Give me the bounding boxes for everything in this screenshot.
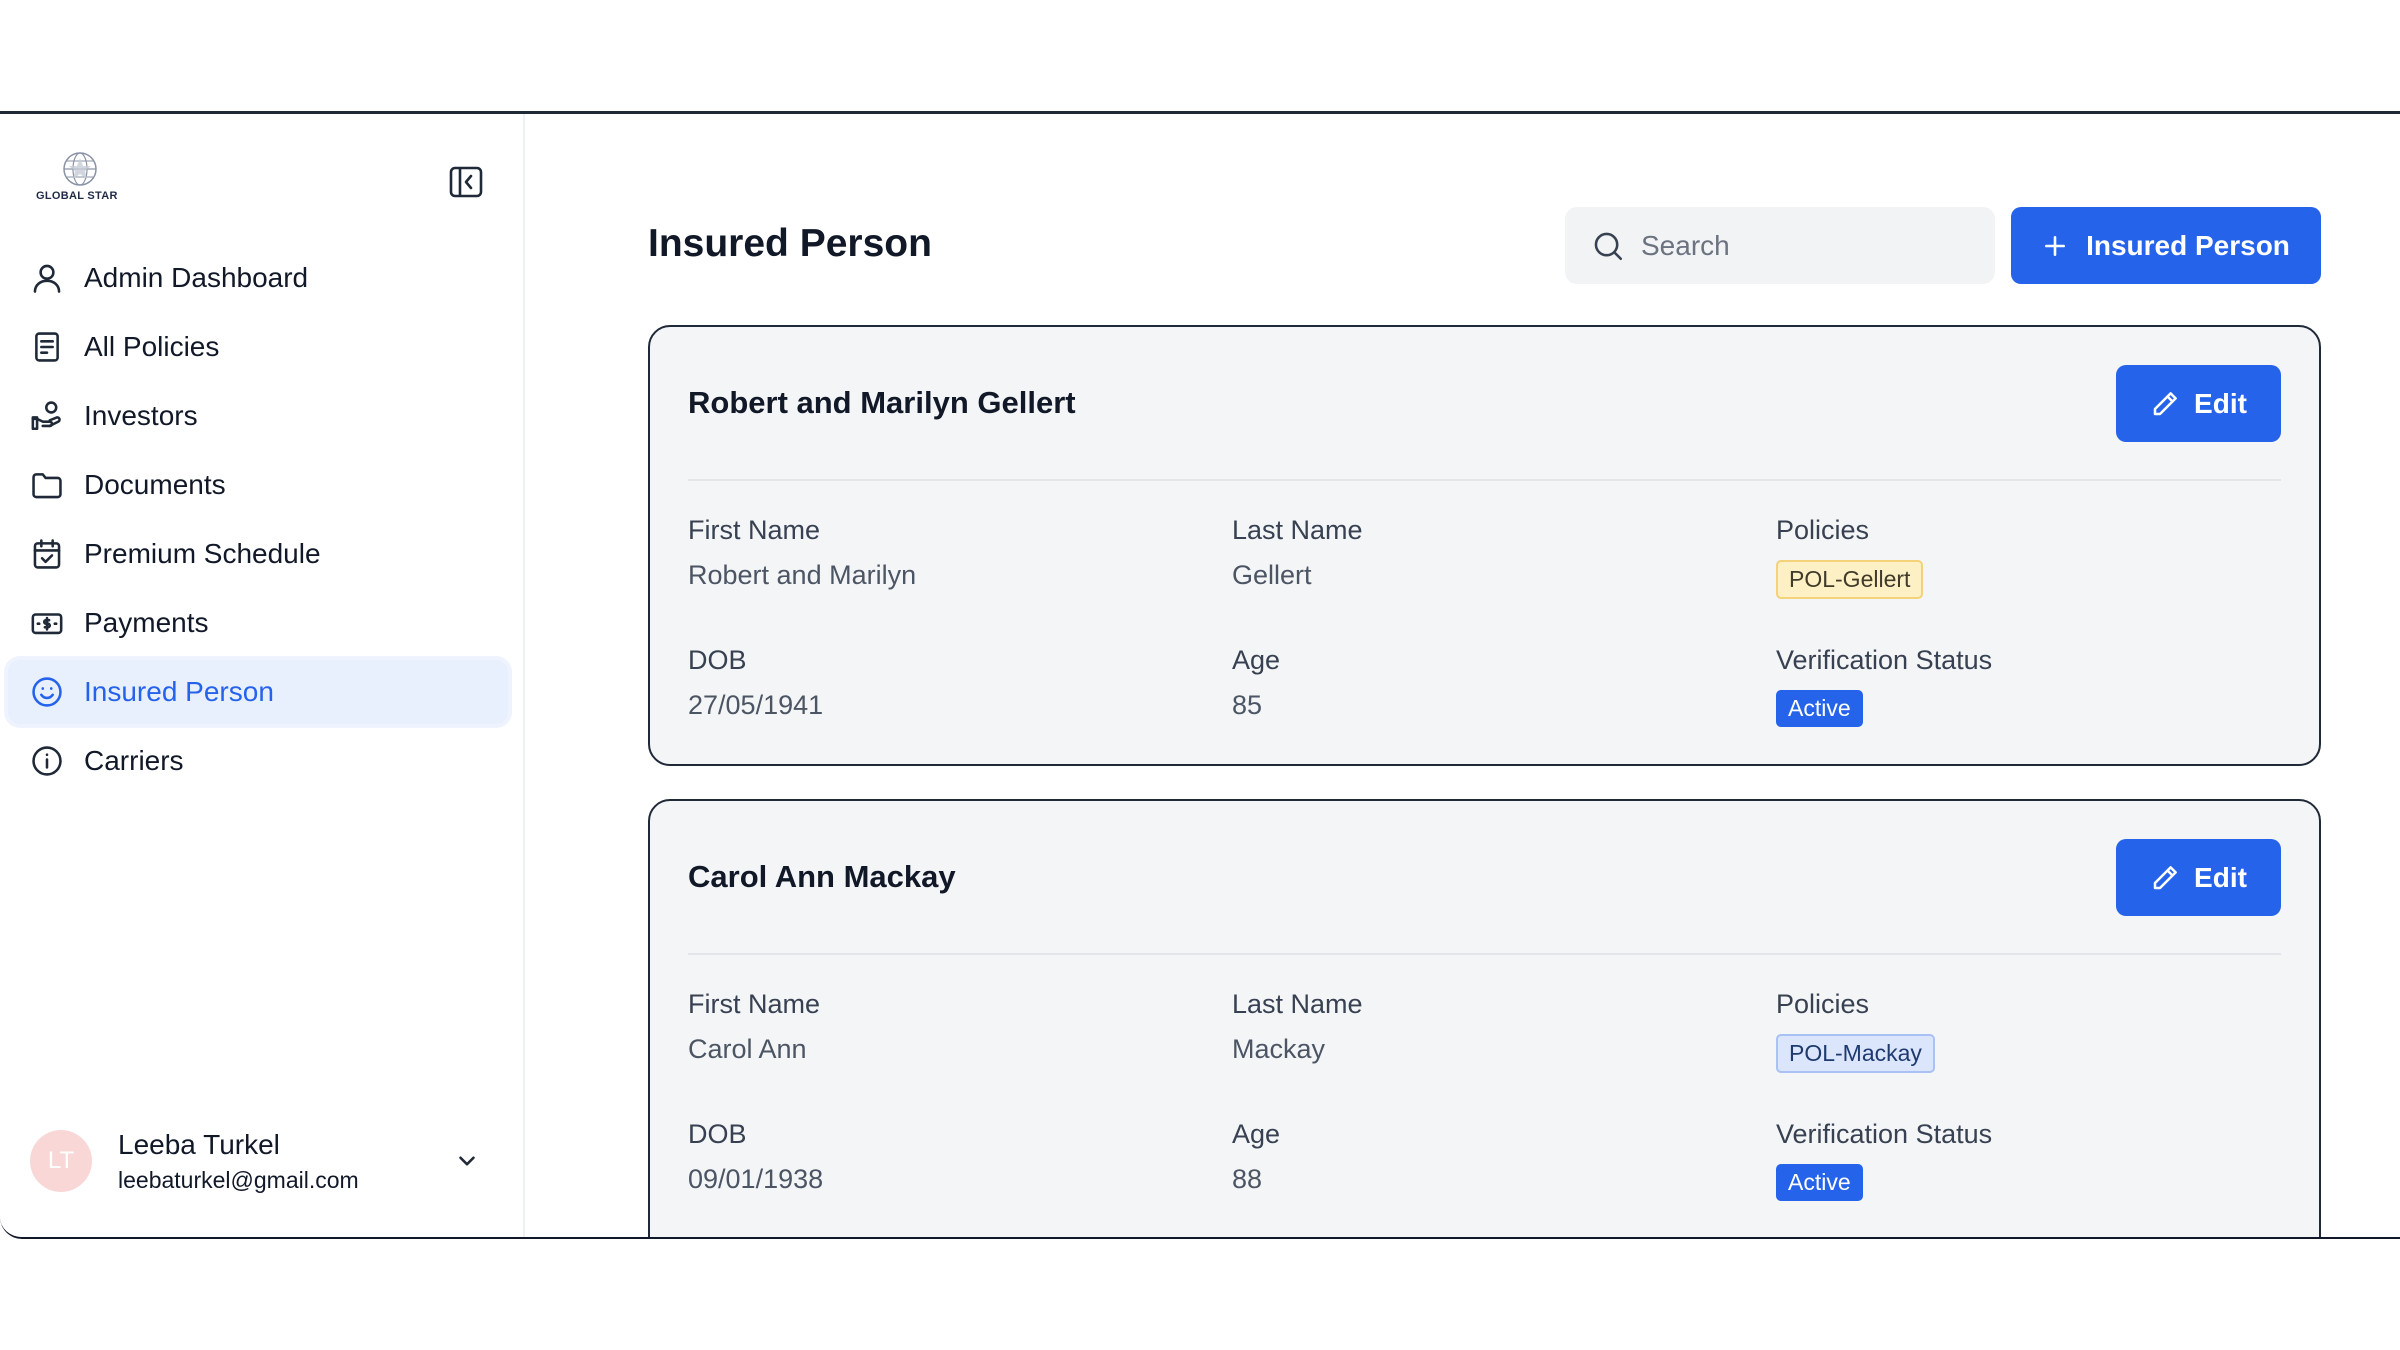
sidebar-item-label: Payments bbox=[84, 607, 209, 638]
user-profile[interactable]: LT Leeba Turkel leebaturkel@gmail.com bbox=[30, 1126, 490, 1196]
card-name: Carol Ann Mackay bbox=[688, 859, 956, 894]
edit-label: Edit bbox=[2194, 387, 2247, 419]
user-name: Leeba Turkel bbox=[118, 1128, 280, 1160]
verification-status-field: Verification Status Active bbox=[1776, 645, 1992, 727]
field-value: 88 bbox=[1232, 1164, 1263, 1194]
policy-tag[interactable]: POL-Gellert bbox=[1776, 560, 1924, 599]
field-label: First Name bbox=[688, 515, 821, 545]
field-label: Policies bbox=[1776, 989, 1870, 1019]
plus-icon bbox=[2045, 235, 2066, 256]
age-field: Age 85 bbox=[1232, 645, 1280, 721]
edit-button[interactable]: Edit bbox=[2116, 365, 2281, 442]
sidebar-item-carriers[interactable]: Carriers bbox=[8, 729, 508, 793]
page-title: Insured Person bbox=[648, 222, 932, 265]
panel-collapse-icon bbox=[449, 166, 483, 198]
field-label: DOB bbox=[688, 645, 747, 675]
last-name-field: Last Name Mackay bbox=[1232, 989, 1363, 1065]
sidebar-item-premium-schedule[interactable]: Premium Schedule bbox=[8, 522, 508, 586]
age-field: Age 88 bbox=[1232, 1119, 1280, 1195]
verification-status-field: Verification Status Active bbox=[1776, 1119, 1992, 1201]
folder-icon bbox=[28, 466, 66, 504]
search-input[interactable] bbox=[1641, 229, 1961, 262]
first-name-field: First Name Carol Ann bbox=[688, 989, 820, 1065]
app-window: GLOBAL STAR Admin Dashboard All Policies bbox=[0, 111, 2400, 1239]
hand-coins-icon bbox=[28, 397, 66, 435]
sidebar-item-admin-dashboard[interactable]: Admin Dashboard bbox=[8, 246, 508, 310]
field-value: 09/01/1938 bbox=[688, 1164, 824, 1194]
sidebar-item-label: Insured Person bbox=[84, 676, 274, 707]
globe-logo-icon bbox=[63, 152, 97, 186]
status-badge: Active bbox=[1776, 1164, 1863, 1201]
search-icon bbox=[1594, 232, 1623, 260]
document-icon bbox=[28, 328, 66, 366]
field-label: Policies bbox=[1776, 515, 1870, 545]
logo-text: GLOBAL STAR bbox=[36, 190, 118, 202]
edit-button[interactable]: Edit bbox=[2116, 839, 2281, 916]
info-icon bbox=[28, 742, 66, 780]
insured-person-card: Carol Ann Mackay Edit First Name Carol A… bbox=[648, 799, 2321, 1237]
search-box[interactable] bbox=[1565, 207, 1995, 284]
pencil-icon bbox=[2153, 391, 2177, 415]
sidebar-item-all-policies[interactable]: All Policies bbox=[8, 315, 508, 379]
add-button-label: Insured Person bbox=[2086, 229, 2290, 261]
sidebar-nav: Admin Dashboard All Policies Investors D… bbox=[8, 246, 508, 798]
edit-label: Edit bbox=[2194, 861, 2247, 893]
sidebar-item-payments[interactable]: Payments bbox=[8, 591, 508, 655]
first-name-field: First Name Robert and Marilyn bbox=[688, 515, 916, 591]
card-divider bbox=[688, 953, 2281, 955]
field-value: 27/05/1941 bbox=[688, 690, 824, 720]
add-insured-person-button[interactable]: Insured Person bbox=[2011, 207, 2321, 284]
banknote-icon bbox=[28, 604, 66, 642]
sidebar-item-label: Investors bbox=[84, 400, 198, 431]
card-name: Robert and Marilyn Gellert bbox=[688, 385, 1076, 420]
collapse-sidebar-button[interactable] bbox=[446, 162, 486, 202]
field-label: DOB bbox=[688, 1119, 747, 1149]
avatar: LT bbox=[30, 1130, 92, 1192]
sidebar-item-label: All Policies bbox=[84, 331, 220, 362]
status-badge: Active bbox=[1776, 690, 1863, 727]
field-label: Age bbox=[1232, 1119, 1281, 1149]
sidebar-item-insured-person[interactable]: Insured Person bbox=[8, 660, 508, 724]
dob-field: DOB 09/01/1938 bbox=[688, 1119, 823, 1195]
global-star-logo: GLOBAL STAR bbox=[36, 150, 122, 210]
sidebar-item-label: Documents bbox=[84, 469, 226, 500]
sidebar-item-label: Carriers bbox=[84, 745, 184, 776]
sidebar-item-investors[interactable]: Investors bbox=[8, 384, 508, 448]
policies-field: Policies POL-Gellert bbox=[1776, 515, 1924, 599]
field-value: Carol Ann bbox=[688, 1034, 807, 1064]
sidebar: GLOBAL STAR Admin Dashboard All Policies bbox=[0, 114, 525, 1237]
field-label: Age bbox=[1232, 645, 1281, 675]
field-label: First Name bbox=[688, 989, 821, 1019]
field-value: Gellert bbox=[1232, 560, 1312, 590]
field-label: Last Name bbox=[1232, 989, 1363, 1019]
sidebar-item-label: Premium Schedule bbox=[84, 538, 321, 569]
field-label: Verification Status bbox=[1776, 645, 1993, 675]
sidebar-item-documents[interactable]: Documents bbox=[8, 453, 508, 517]
user-email: leebaturkel@gmail.com bbox=[118, 1166, 359, 1193]
field-value: 85 bbox=[1232, 690, 1263, 720]
chevron-down-icon[interactable] bbox=[454, 1148, 480, 1174]
card-divider bbox=[688, 479, 2281, 481]
field-label: Last Name bbox=[1232, 515, 1363, 545]
insured-person-card: Robert and Marilyn Gellert Edit First Na… bbox=[648, 325, 2321, 766]
pencil-icon bbox=[2153, 865, 2177, 889]
field-label: Verification Status bbox=[1776, 1119, 1993, 1149]
calendar-check-icon bbox=[28, 535, 66, 573]
field-value: Mackay bbox=[1232, 1034, 1326, 1064]
smile-icon bbox=[28, 673, 66, 711]
last-name-field: Last Name Gellert bbox=[1232, 515, 1363, 591]
policies-field: Policies POL-Mackay bbox=[1776, 989, 1935, 1073]
policy-tag[interactable]: POL-Mackay bbox=[1776, 1034, 1935, 1073]
dob-field: DOB 27/05/1941 bbox=[688, 645, 823, 721]
user-icon bbox=[28, 259, 66, 297]
sidebar-item-label: Admin Dashboard bbox=[84, 262, 309, 293]
field-value: Robert and Marilyn bbox=[688, 560, 917, 590]
main-content: Insured Person Insured Person Robert and… bbox=[527, 114, 2400, 1237]
